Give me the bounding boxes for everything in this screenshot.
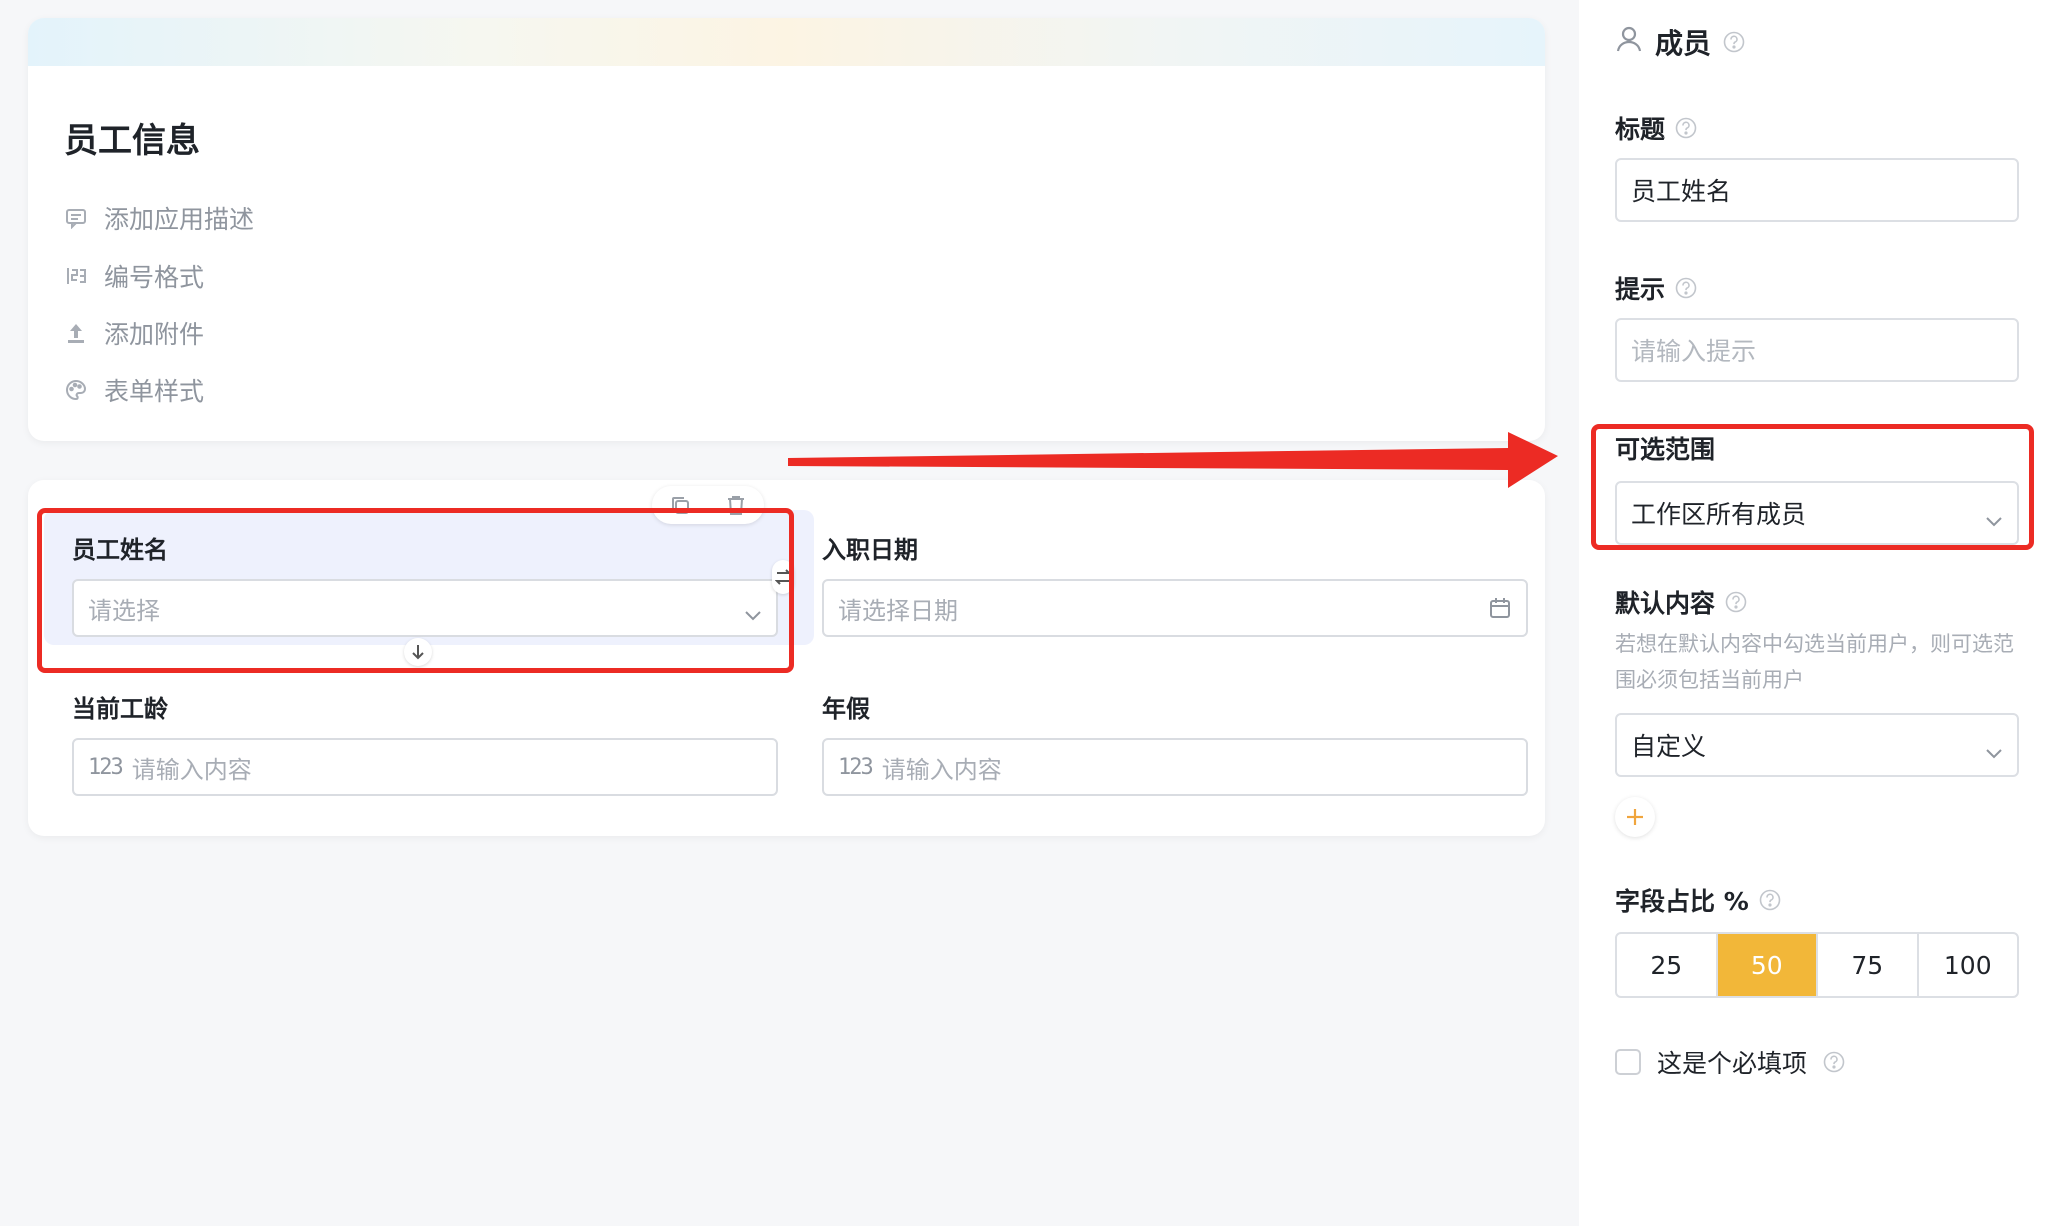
annotation-arrow [788, 432, 1558, 488]
